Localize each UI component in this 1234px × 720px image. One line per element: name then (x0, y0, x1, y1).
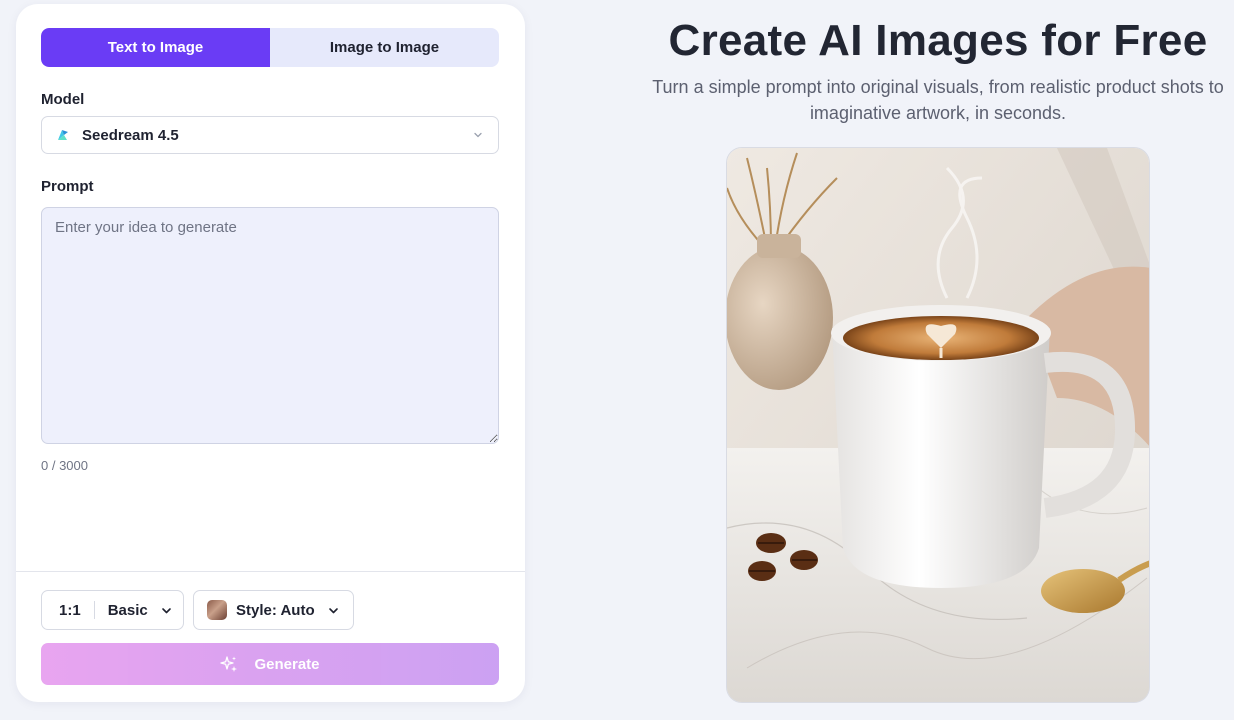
ratio-quality-selector[interactable]: 1:1 Basic (41, 590, 184, 630)
chevron-down-icon (474, 132, 482, 138)
panel-divider (16, 571, 525, 572)
chevron-down-icon (328, 607, 338, 613)
quality-value: Basic (107, 601, 148, 619)
hero-subtitle: Turn a simple prompt into original visua… (652, 77, 1224, 123)
hero-title: Create AI Images for Free (668, 16, 1208, 65)
generate-button[interactable]: Generate (41, 643, 499, 685)
tab-image-to-image[interactable]: Image to Image (270, 28, 499, 67)
separator (93, 601, 95, 619)
coffee-cup-illustration (727, 148, 1149, 702)
style-value: Style: Auto (236, 601, 315, 619)
prompt-character-counter: 0 / 3000 (41, 458, 88, 473)
prompt-input[interactable] (41, 207, 499, 444)
generator-panel: Text to Image Image to Image Model Seedr… (16, 4, 525, 702)
showcase-image (726, 147, 1150, 703)
seedream-model-icon (56, 128, 70, 142)
sparkle-icon (220, 656, 238, 672)
model-label: Model (41, 91, 85, 108)
model-selected-value: Seedream 4.5 (82, 126, 179, 144)
style-selector[interactable]: Style: Auto (193, 590, 354, 630)
prompt-label: Prompt (41, 178, 94, 195)
tab-text-to-image[interactable]: Text to Image (41, 28, 270, 67)
chevron-down-icon (161, 607, 171, 613)
style-thumbnail (207, 600, 227, 620)
model-select[interactable]: Seedream 4.5 (41, 116, 499, 154)
mode-tabs: Text to Image Image to Image (41, 28, 499, 67)
generate-label: Generate (254, 655, 320, 673)
aspect-ratio-value: 1:1 (59, 601, 81, 619)
